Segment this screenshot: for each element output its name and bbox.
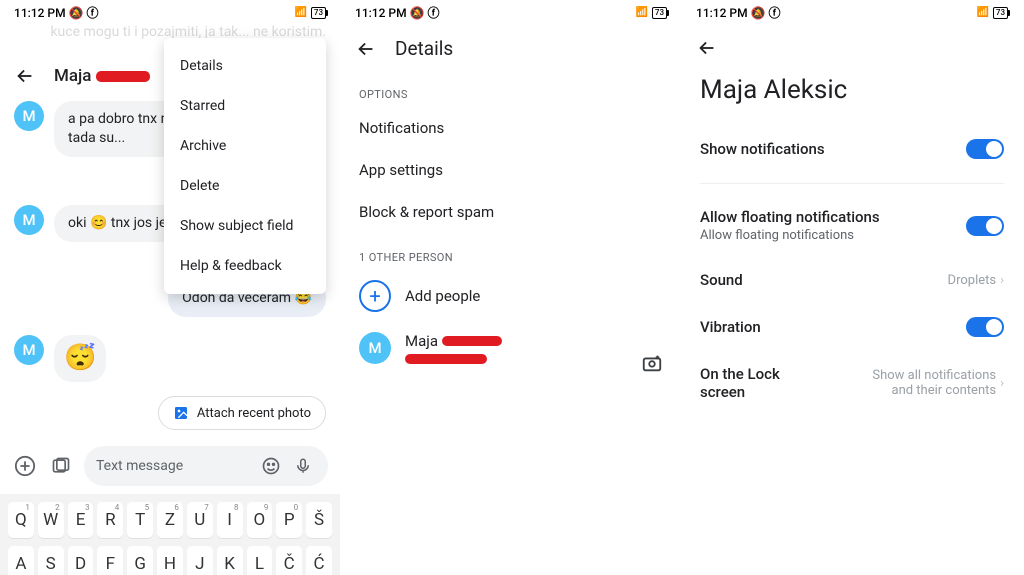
row-sound[interactable]: Sound Droplets › — [682, 257, 1022, 303]
value: Show all notifications and their content… — [854, 368, 996, 398]
menu-details[interactable]: Details — [164, 46, 326, 86]
key-R[interactable]: R4 — [97, 502, 123, 538]
key-K[interactable]: K — [217, 546, 243, 575]
key-U[interactable]: U7 — [187, 502, 213, 538]
toggle-on-icon[interactable] — [966, 139, 1004, 159]
menu-show-subject[interactable]: Show subject field — [164, 206, 326, 246]
status-right: 📶 73 — [294, 7, 326, 19]
back-arrow-icon[interactable] — [14, 65, 36, 87]
avatar[interactable]: M — [14, 205, 44, 235]
row-lock-screen[interactable]: On the Lock screen Show all notification… — [682, 351, 1022, 415]
key-L[interactable]: L — [247, 546, 273, 575]
key-Š[interactable]: Š — [306, 502, 332, 538]
chevron-right-icon: › — [1000, 376, 1004, 391]
plus-icon[interactable] — [12, 453, 38, 479]
people-label: 1 OTHER PERSON — [341, 233, 681, 270]
row-show-notifications[interactable]: Show notifications — [682, 125, 1022, 173]
label: Sound — [700, 271, 948, 289]
details-title: Details — [395, 37, 453, 60]
avatar[interactable]: M — [14, 335, 44, 365]
message-row: M 😴 — [0, 331, 340, 386]
status-bar: 11:12 PM 🔕 ⓕ 📶 73 — [0, 0, 340, 23]
attach-photo-chip[interactable]: Attach recent photo — [158, 396, 326, 430]
toggle-on-icon[interactable] — [966, 317, 1004, 337]
facebook-icon: ⓕ — [87, 6, 99, 20]
avatar[interactable]: M — [14, 101, 44, 131]
details-header: Details — [341, 23, 681, 70]
mic-icon[interactable] — [290, 453, 316, 479]
menu-starred[interactable]: Starred — [164, 86, 326, 126]
option-block-report[interactable]: Block & report spam — [341, 191, 681, 233]
dnd-icon: 🔕 — [69, 6, 87, 20]
settings-title: Maja Aleksic — [682, 69, 1022, 125]
key-W[interactable]: W2 — [38, 502, 64, 538]
camera-shortcut-icon[interactable] — [641, 352, 663, 378]
key-I[interactable]: I8 — [217, 502, 243, 538]
key-H[interactable]: H — [157, 546, 183, 575]
redacted-surname — [96, 71, 150, 82]
key-J[interactable]: J — [187, 546, 213, 575]
battery-icon: 73 — [311, 7, 326, 19]
key-E[interactable]: E3 — [68, 502, 94, 538]
label: Allow floating notifications — [700, 208, 966, 226]
settings-header — [682, 23, 1022, 69]
key-P[interactable]: P0 — [276, 502, 302, 538]
options-label: OPTIONS — [341, 70, 681, 107]
compose-bar: Text message — [0, 438, 340, 494]
avatar: M — [359, 332, 391, 364]
pane-details: 11:12 PM 🔕 ⓕ 📶73 Details OPTIONS Notific… — [341, 0, 682, 575]
key-Q[interactable]: Q1 — [8, 502, 34, 538]
pane-notification-settings: 11:12 PM 🔕 ⓕ 📶73 Maja Aleksic Show notif… — [682, 0, 1023, 575]
sublabel: Allow floating notifications — [700, 228, 966, 243]
row-vibration[interactable]: Vibration — [682, 303, 1022, 351]
plus-circle-icon: + — [359, 280, 391, 312]
redacted-surname — [442, 336, 502, 346]
pane-chat: 11:12 PM 🔕 ⓕ 📶 73 kuce mogu ti i pozajmi… — [0, 0, 341, 575]
chevron-right-icon: › — [1000, 273, 1004, 288]
row-floating-notifications[interactable]: Allow floating notifications Allow float… — [682, 194, 1022, 257]
message-input[interactable]: Text message — [84, 446, 328, 486]
key-F[interactable]: F — [97, 546, 123, 575]
status-bar: 11:12 PM 🔕 ⓕ 📶73 — [682, 0, 1022, 23]
compose-placeholder: Text message — [96, 458, 258, 474]
menu-archive[interactable]: Archive — [164, 126, 326, 166]
menu-help[interactable]: Help & feedback — [164, 246, 326, 286]
add-people-label: Add people — [405, 287, 480, 305]
key-D[interactable]: D — [68, 546, 94, 575]
key-Č[interactable]: Č — [276, 546, 302, 575]
add-people-row[interactable]: + Add people — [341, 270, 681, 322]
signal-icon: 📶 — [294, 7, 306, 18]
key-Ć[interactable]: Ć — [306, 546, 332, 575]
person-row[interactable]: M Maja — [341, 322, 681, 374]
gallery-icon[interactable] — [48, 453, 74, 479]
key-G[interactable]: G — [127, 546, 153, 575]
keyboard[interactable]: Q1W2E3R4T5Z6U7I8O9P0Š ASDFGHJKLČĆ — [0, 494, 340, 575]
key-O[interactable]: O9 — [247, 502, 273, 538]
message-bubble[interactable]: 😴 — [54, 335, 106, 382]
option-notifications[interactable]: Notifications — [341, 107, 681, 149]
key-A[interactable]: A — [8, 546, 34, 575]
person-name: Maja — [405, 332, 502, 350]
overflow-menu: Details Starred Archive Delete Show subj… — [164, 38, 326, 294]
chat-contact-name[interactable]: Maja — [54, 66, 150, 86]
divider — [700, 183, 1004, 184]
back-arrow-icon[interactable] — [696, 37, 718, 59]
image-icon — [173, 405, 189, 421]
key-T[interactable]: T5 — [127, 502, 153, 538]
menu-delete[interactable]: Delete — [164, 166, 326, 206]
key-S[interactable]: S — [38, 546, 64, 575]
value: Droplets — [948, 273, 997, 288]
chip-label: Attach recent photo — [197, 406, 311, 421]
redacted-number — [405, 354, 487, 364]
back-arrow-icon[interactable] — [355, 38, 377, 60]
toggle-on-icon[interactable] — [966, 216, 1004, 236]
option-app-settings[interactable]: App settings — [341, 149, 681, 191]
label: Show notifications — [700, 140, 966, 158]
status-bar: 11:12 PM 🔕 ⓕ 📶73 — [341, 0, 681, 23]
emoji-icon[interactable] — [258, 453, 284, 479]
status-time: 11:12 PM 🔕 ⓕ — [14, 4, 99, 21]
key-Z[interactable]: Z6 — [157, 502, 183, 538]
label: On the Lock screen — [700, 365, 820, 401]
label: Vibration — [700, 318, 966, 336]
